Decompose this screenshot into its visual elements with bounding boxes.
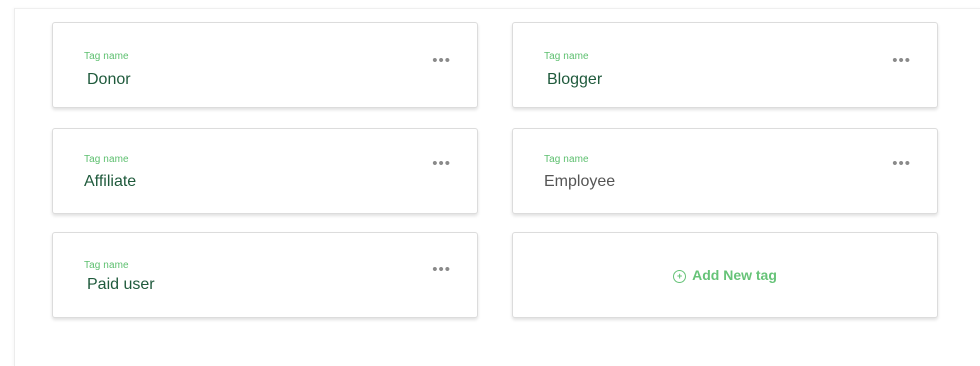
tag-name-value[interactable]: Blogger (547, 71, 602, 89)
tag-card-blogger[interactable]: Tag name Blogger ••• (512, 22, 938, 108)
tag-card-affiliate[interactable]: Tag name Affiliate ••• (52, 128, 478, 214)
more-horizontal-icon[interactable]: ••• (432, 53, 451, 68)
tag-name-label: Tag name (84, 154, 129, 165)
more-horizontal-icon[interactable]: ••• (892, 156, 911, 171)
tag-name-label: Tag name (84, 260, 129, 271)
tag-name-label: Tag name (84, 51, 129, 62)
tag-card-employee[interactable]: Tag name Employee ••• (512, 128, 938, 214)
tag-name-label: Tag name (544, 51, 589, 62)
tag-name-label: Tag name (544, 154, 589, 165)
tag-card-paid-user[interactable]: Tag name Paid user ••• (52, 232, 478, 318)
add-new-tag-button[interactable]: + Add New tag (512, 232, 938, 318)
tag-name-value[interactable]: Employee (544, 173, 615, 191)
plus-circle-icon: + (673, 270, 687, 283)
more-horizontal-icon[interactable]: ••• (432, 262, 451, 277)
tag-name-value[interactable]: Affiliate (84, 173, 136, 191)
more-horizontal-icon[interactable]: ••• (892, 53, 911, 68)
more-horizontal-icon[interactable]: ••• (432, 156, 451, 171)
tag-card-donor[interactable]: Tag name Donor ••• (52, 22, 478, 108)
add-new-tag-label: Add New tag (692, 267, 777, 283)
tag-name-value[interactable]: Donor (87, 71, 131, 89)
tag-name-value[interactable]: Paid user (87, 276, 155, 294)
add-new-tag-content[interactable]: + Add New tag (513, 267, 937, 283)
